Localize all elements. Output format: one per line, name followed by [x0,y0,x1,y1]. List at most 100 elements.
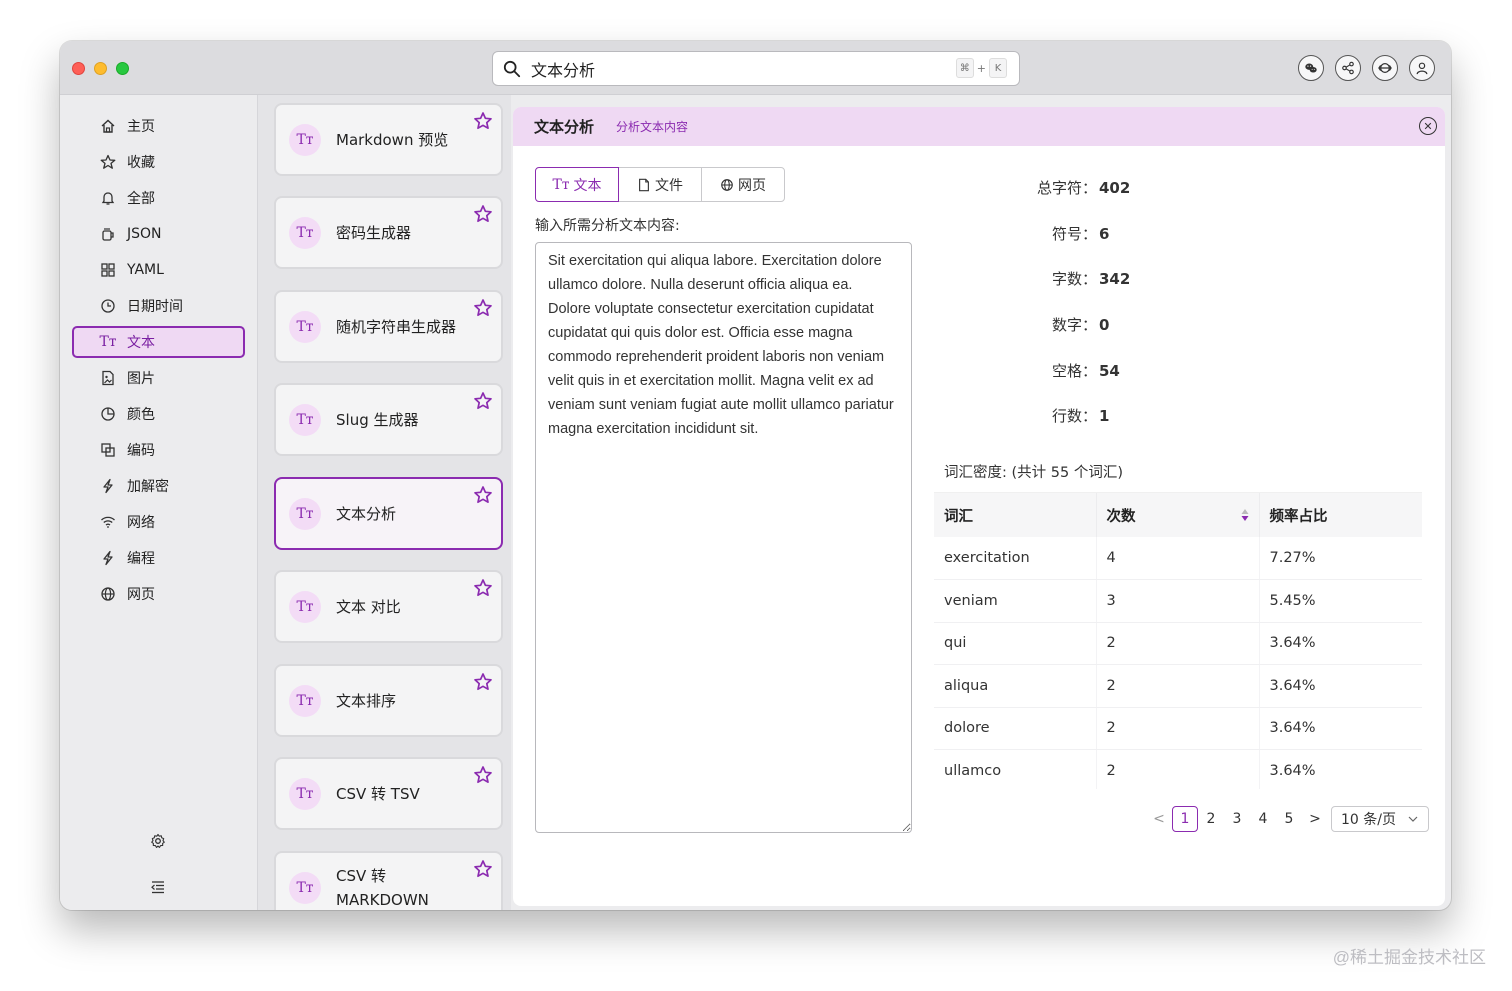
search-bar[interactable]: 文本分析 ⌘ + K [492,51,1020,86]
stat-lines: 行数： 1 [963,405,1183,427]
density-table-scroll[interactable]: 词汇 次数 频率占比 exercitation 4 7.27% veniam 3 5.45… [934,493,1422,789]
favorite-star-icon[interactable] [473,672,493,692]
sidebar-item-encode[interactable]: 编码 [72,434,245,466]
sidebar-item-json[interactable]: JSON [72,218,245,250]
tool-card[interactable]: Tт CSV 转 TSV [274,757,503,830]
favorite-star-icon[interactable] [473,204,493,224]
tool-list: Tт Markdown 预览 Tт 密码生成器 Tт 随机字符串生成器 Tт Slug 生成器… [257,95,511,910]
sidebar-item-label: 日期时间 [127,299,183,315]
tool-card[interactable]: Tт 随机字符串生成器 [274,290,503,363]
table-row: aliqua 2 3.64% [934,664,1422,708]
tool-card[interactable]: Tт 文本 对比 [274,570,503,643]
page-subtitle: 分析文本内容 [616,120,689,134]
favorite-star-icon[interactable] [473,298,493,318]
grid-icon [99,261,117,279]
close-icon[interactable]: ✕ [1419,117,1437,135]
favorite-star-icon[interactable] [473,859,493,879]
next-page-button[interactable]: > [1302,806,1328,832]
frequency-cell: 3.64% [1259,664,1422,708]
favorite-star-icon[interactable] [473,485,493,505]
column-header-count[interactable]: 次数 [1096,493,1260,537]
sync-icon[interactable] [1372,55,1398,81]
color-icon [99,405,117,423]
tab-text[interactable]: Tт 文本 [535,167,619,202]
favorite-star-icon[interactable] [473,578,493,598]
user-icon[interactable] [1409,55,1435,81]
table-row: dolore 2 3.64% [934,707,1422,750]
sort-icon[interactable] [1241,508,1249,522]
stat-spaces: 空格： 54 [963,360,1183,382]
sidebar-item-programming[interactable]: 编程 [72,542,245,574]
prev-page-button[interactable]: < [1146,806,1172,832]
minimize-window-button[interactable] [94,62,107,75]
sidebar-item-label: 主页 [127,119,155,135]
image-icon [99,369,117,387]
page-title: 文本分析 [534,118,595,136]
favorite-star-icon[interactable] [473,765,493,785]
stat-value: 342 [1099,270,1131,288]
input-label: 输入所需分析文本内容: [535,218,680,234]
sidebar-item-web[interactable]: 网页 [72,578,245,610]
page-1[interactable]: 1 [1172,806,1198,832]
sidebar-item-yaml[interactable]: YAML [72,254,245,286]
command-key: ⌘ [955,58,974,78]
sidebar-item-label: 加解密 [127,479,169,495]
text-input-area[interactable]: Sit exercitation qui aliqua labore. Exer… [535,242,912,833]
page-3[interactable]: 3 [1224,806,1250,832]
tool-card[interactable]: Tт Markdown 预览 [274,103,503,176]
page-5[interactable]: 5 [1276,806,1302,832]
sidebar-item-network[interactable]: 网络 [72,506,245,538]
column-header-label: 次数 [1106,508,1136,525]
count-cell: 2 [1096,707,1260,750]
favorite-star-icon[interactable] [473,111,493,131]
stat-value: 54 [1099,362,1120,380]
stat-words: 字数： 342 [963,268,1183,290]
share-icon[interactable] [1335,55,1361,81]
collapse-menu-icon[interactable] [148,877,168,897]
bell-icon [99,189,117,207]
count-cell: 4 [1096,537,1260,580]
sidebar-item-text[interactable]: Tт 文本 [72,326,245,358]
tab-label: 文件 [655,177,683,194]
sidebar: 主页 收藏 全部 JSON YAML 日期时间 Tт 文本 图片 颜色 编码 加… [60,95,257,910]
tool-card[interactable]: Tт 文本排序 [274,664,503,737]
word-density-panel: 词汇密度: (共计 55 个词汇) 词汇 次数 频率占比 exercitatio… [934,453,1422,789]
tool-card[interactable]: Tт CSV 转 MARKDOWN [274,851,503,910]
tab-file[interactable]: 文件 [618,167,702,202]
sidebar-item-color[interactable]: 颜色 [72,398,245,430]
header-actions [1298,55,1435,81]
sidebar-item-image[interactable]: 图片 [72,362,245,394]
sidebar-item-label: 颜色 [127,407,155,423]
sidebar-item-crypto[interactable]: 加解密 [72,470,245,502]
search-input[interactable]: 文本分析 [531,57,595,81]
close-window-button[interactable] [72,62,85,75]
tool-name: 文本分析 [336,504,397,523]
home-icon [99,117,117,135]
tool-card[interactable]: Tт Slug 生成器 [274,383,503,456]
favorite-star-icon[interactable] [473,391,493,411]
sidebar-item-favorites[interactable]: 收藏 [72,146,245,178]
sidebar-item-home[interactable]: 主页 [72,110,245,142]
settings-icon[interactable] [148,831,168,851]
maximize-window-button[interactable] [116,62,129,75]
wifi-icon [99,513,117,531]
tab-web[interactable]: 网页 [701,167,785,202]
text-tool-icon: Tт [289,123,321,156]
sidebar-item-all[interactable]: 全部 [72,182,245,214]
page-2[interactable]: 2 [1198,806,1224,832]
page-4[interactable]: 4 [1250,806,1276,832]
page-size-select[interactable]: 10 条/页 [1331,806,1429,832]
frequency-cell: 3.64% [1259,707,1422,750]
stat-label: 字数： [1051,270,1097,288]
tool-card[interactable]: Tт 文本分析 [274,477,503,550]
stat-value: 0 [1099,316,1110,334]
text-tool-icon: Tт [289,590,321,623]
bolt-icon [99,477,117,495]
wechat-icon[interactable] [1298,55,1324,81]
sidebar-item-datetime[interactable]: 日期时间 [72,290,245,322]
sidebar-item-label: 网络 [127,515,155,531]
word-cell: dolore [934,707,1097,750]
text-tool-icon: Tт [289,216,321,249]
tool-card[interactable]: Tт 密码生成器 [274,196,503,269]
table-row: veniam 3 5.45% [934,579,1422,623]
